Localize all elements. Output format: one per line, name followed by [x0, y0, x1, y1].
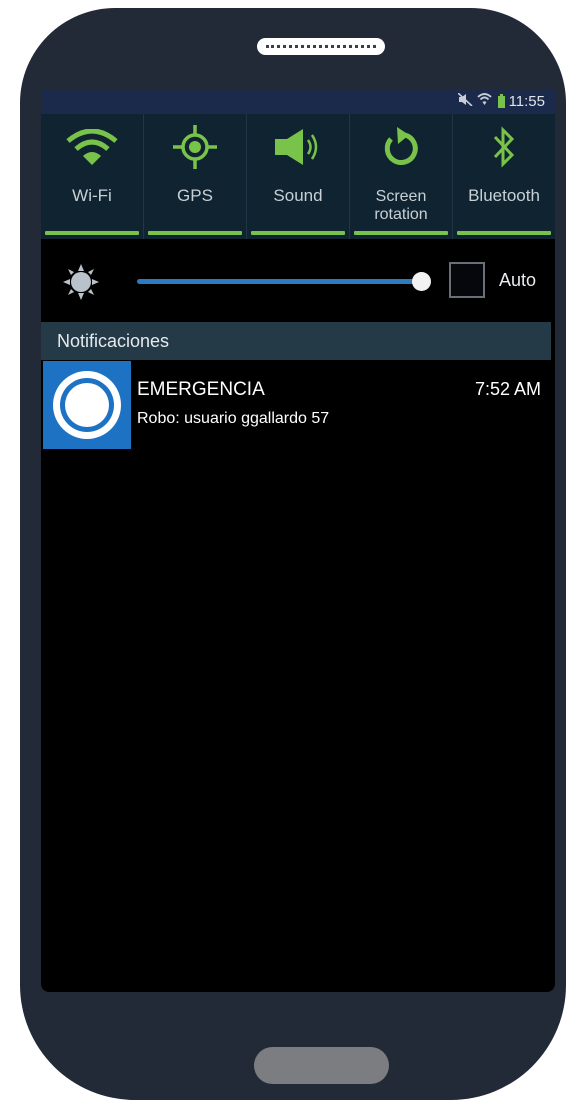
toggle-wifi-indicator — [45, 231, 139, 235]
brightness-icon — [63, 264, 99, 300]
notifications-header-label: Notificaciones — [57, 331, 170, 351]
status-bar: 11:55 — [41, 89, 555, 114]
brightness-slider-track[interactable] — [137, 279, 427, 284]
notification-item[interactable]: EMERGENCIA 7:52 AM Robo: usuario ggallar… — [41, 361, 555, 451]
toggle-wifi-label: Wi-Fi — [72, 186, 112, 205]
toggle-bluetooth-indicator — [457, 231, 551, 235]
toggle-bluetooth-label: Bluetooth — [468, 186, 540, 205]
bluetooth-icon — [453, 126, 555, 168]
toggle-gps[interactable]: GPS — [144, 114, 247, 239]
brightness-row: Auto — [41, 239, 555, 321]
toggle-sound-indicator — [251, 231, 345, 235]
app-ring-icon — [43, 361, 131, 449]
toggle-screen-rotation-indicator — [354, 231, 448, 235]
wifi-icon — [41, 126, 143, 168]
toggle-gps-indicator — [148, 231, 242, 235]
notification-time: 7:52 AM — [474, 379, 541, 399]
toggle-sound-label: Sound — [273, 186, 323, 205]
toggle-bluetooth[interactable]: Bluetooth — [453, 114, 555, 239]
notification-title: EMERGENCIA — [137, 379, 265, 400]
wifi-icon — [476, 93, 492, 110]
speaker-grille — [257, 38, 385, 55]
mute-icon — [457, 92, 473, 110]
status-clock: 11:55 — [508, 93, 545, 110]
screen: 11:55 Wi-Fi GPS Sound Screen rotation Bl… — [41, 89, 555, 992]
brightness-slider-handle[interactable] — [412, 272, 432, 291]
rotation-icon — [350, 126, 452, 168]
battery-icon — [497, 93, 505, 108]
auto-brightness-checkbox[interactable] — [449, 262, 485, 298]
toggle-gps-label: GPS — [177, 186, 213, 205]
toggle-screen-rotation[interactable]: Screen rotation — [350, 114, 453, 239]
toggle-sound[interactable]: Sound — [247, 114, 350, 239]
toggle-screen-rotation-label: Screen rotation — [374, 188, 428, 223]
notification-text: Robo: usuario ggallardo 57 — [137, 410, 330, 427]
sound-icon — [247, 126, 349, 168]
auto-brightness-label: Auto — [499, 270, 537, 290]
toggle-wifi[interactable]: Wi-Fi — [41, 114, 144, 239]
gps-icon — [144, 125, 246, 169]
notifications-header: Notificaciones — [41, 322, 551, 360]
home-button[interactable] — [254, 1047, 389, 1084]
quick-settings-panel: Wi-Fi GPS Sound Screen rotation Bluetoot… — [41, 114, 555, 239]
